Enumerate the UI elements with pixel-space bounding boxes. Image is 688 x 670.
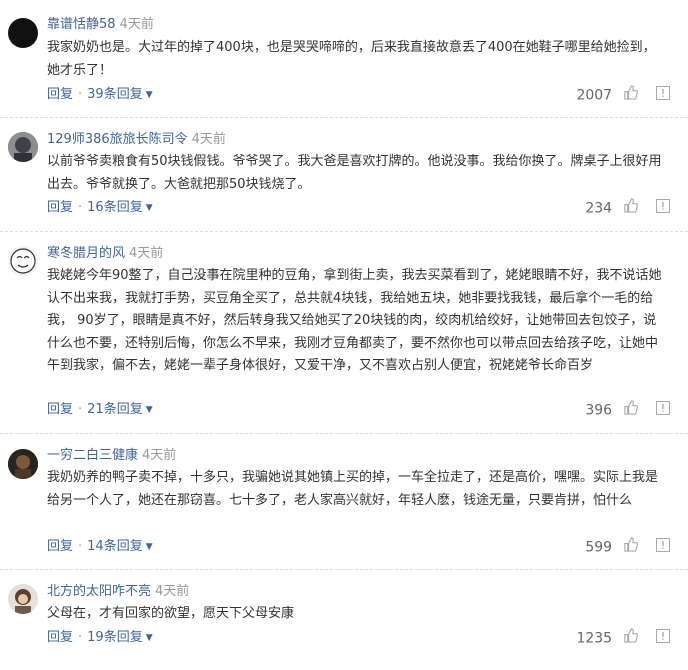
comment-divider <box>0 231 688 232</box>
chevron-down-icon: ▼ <box>145 633 153 643</box>
avatar[interactable] <box>8 449 38 479</box>
view-replies-link[interactable]: 39条回复 ▼ <box>87 87 152 102</box>
view-replies-link[interactable]: 16条回复 ▼ <box>87 200 152 215</box>
chevron-down-icon: ▼ <box>145 203 153 213</box>
comment-divider <box>0 569 688 570</box>
username[interactable]: 129师386旅旅长陈司令 <box>47 132 188 147</box>
username[interactable]: 北方的太阳咋不亮 <box>47 584 151 599</box>
comment-divider <box>0 117 688 118</box>
reply-button[interactable]: 回复 <box>47 539 73 554</box>
comment-time: 4天前 <box>129 246 164 261</box>
avatar[interactable] <box>8 132 38 162</box>
report-icon[interactable] <box>656 85 670 106</box>
thumbs-up-icon[interactable] <box>623 85 638 106</box>
chevron-down-icon: ▼ <box>145 90 153 100</box>
username[interactable]: 靠谱恬静58 <box>47 17 116 32</box>
like-count: 234 <box>585 200 613 217</box>
avatar[interactable] <box>8 584 38 614</box>
thumbs-up-icon[interactable] <box>623 198 638 219</box>
like-count: 2007 <box>576 87 613 104</box>
reply-button[interactable]: 回复 <box>47 402 73 417</box>
view-replies-link[interactable]: 19条回复 ▼ <box>87 630 152 645</box>
separator-dot: · <box>78 200 83 215</box>
reply-button[interactable]: 回复 <box>47 87 73 102</box>
separator-dot: · <box>78 539 83 554</box>
report-icon[interactable] <box>656 628 670 649</box>
separator-dot: · <box>78 630 83 645</box>
like-count: 1235 <box>576 630 613 647</box>
report-icon[interactable] <box>656 198 670 219</box>
chevron-down-icon: ▼ <box>145 405 153 415</box>
comment-time: 4天前 <box>191 132 226 147</box>
separator-dot: · <box>78 87 83 102</box>
thumbs-up-icon[interactable] <box>623 628 638 649</box>
like-count: 396 <box>585 402 613 419</box>
avatar[interactable] <box>8 246 38 276</box>
comment-divider <box>0 433 688 434</box>
comment-text: 我姥姥今年90整了，自己没事在院里种的豆角，拿到街上卖，我去买菜看到了，姥姥眼睛… <box>47 268 662 374</box>
report-icon[interactable] <box>656 400 670 421</box>
comment-text: 我家奶奶也是。大过年的掉了400块，也是哭哭啼啼的，后来我直接故意丢了400在她… <box>47 40 656 78</box>
comment-time: 4天前 <box>155 584 190 599</box>
report-icon[interactable] <box>656 537 670 558</box>
username[interactable]: 一穷二白三健康 <box>47 448 138 463</box>
view-replies-link[interactable]: 14条回复 ▼ <box>87 539 152 554</box>
comment-text: 以前爷爷卖粮食有50块钱假钱。爷爷哭了。我大爸是喜欢打牌的。他说没事。我给你换了… <box>47 154 662 192</box>
like-count: 599 <box>585 539 613 556</box>
chevron-down-icon: ▼ <box>145 542 153 552</box>
thumbs-up-icon[interactable] <box>623 537 638 558</box>
avatar[interactable] <box>8 18 38 48</box>
comment-text: 我奶奶养的鸭子卖不掉，十多只，我骗她说其她镇上买的掉，一车全拉走了，还是高价，嘿… <box>47 470 659 508</box>
separator-dot: · <box>78 402 83 417</box>
comment-text: 父母在，才有回家的欲望，愿天下父母安康 <box>47 606 295 621</box>
reply-button[interactable]: 回复 <box>47 630 73 645</box>
comment-time: 4天前 <box>142 448 177 463</box>
thumbs-up-icon[interactable] <box>623 400 638 421</box>
reply-button[interactable]: 回复 <box>47 200 73 215</box>
view-replies-link[interactable]: 21条回复 ▼ <box>87 402 152 417</box>
comment-time: 4天前 <box>119 17 154 32</box>
username[interactable]: 寒冬腊月的风 <box>47 246 125 261</box>
